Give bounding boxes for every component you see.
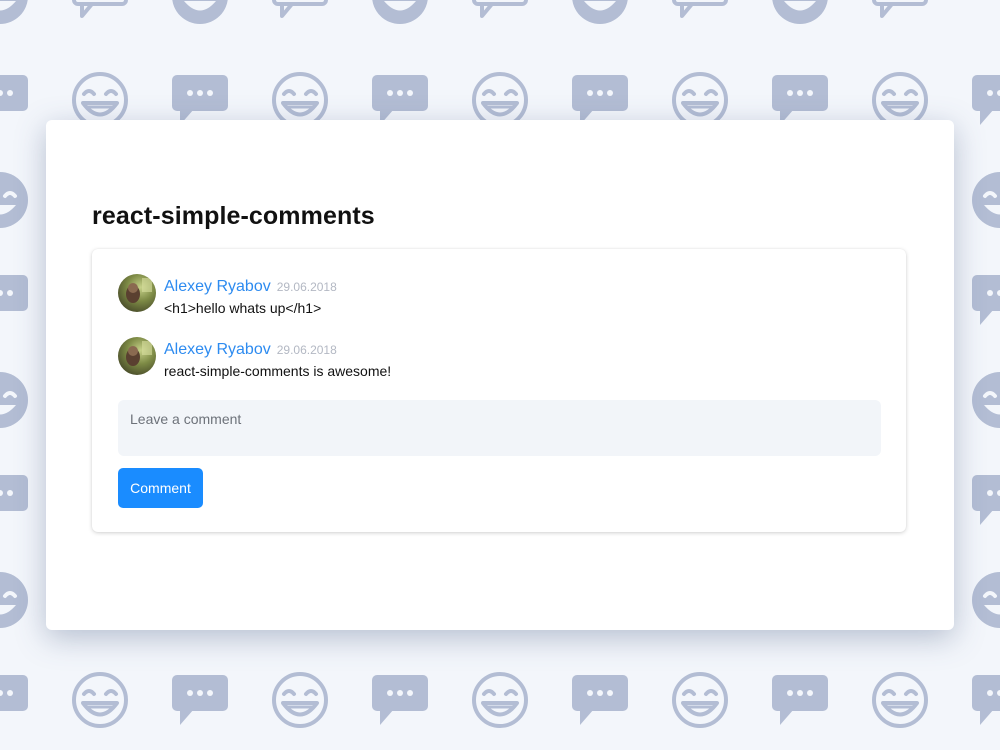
comment-date: 29.06.2018	[276, 343, 337, 357]
user-photo-avatar-icon	[118, 274, 156, 312]
main-card: react-simple-comments Alexey Ryabov 29.0…	[46, 120, 954, 630]
comment-submit-button[interactable]: Comment	[118, 468, 203, 508]
comment-input[interactable]	[118, 400, 881, 456]
comment-date: 29.06.2018	[276, 280, 337, 294]
page-title: react-simple-comments	[92, 202, 375, 230]
comment-text: <h1>hello whats up</h1>	[164, 300, 322, 316]
comment-header: Alexey Ryabov 29.06.2018	[164, 278, 337, 296]
comment-author-link[interactable]: Alexey Ryabov	[164, 341, 271, 358]
comment-author-link[interactable]: Alexey Ryabov	[164, 278, 271, 295]
avatar[interactable]	[118, 337, 156, 375]
comments-panel: Alexey Ryabov 29.06.2018 <h1>hello whats …	[92, 249, 906, 532]
avatar[interactable]	[118, 274, 156, 312]
user-photo-avatar-icon	[118, 337, 156, 375]
comment-header: Alexey Ryabov 29.06.2018	[164, 341, 337, 359]
comment-text: react-simple-comments is awesome!	[164, 363, 392, 379]
